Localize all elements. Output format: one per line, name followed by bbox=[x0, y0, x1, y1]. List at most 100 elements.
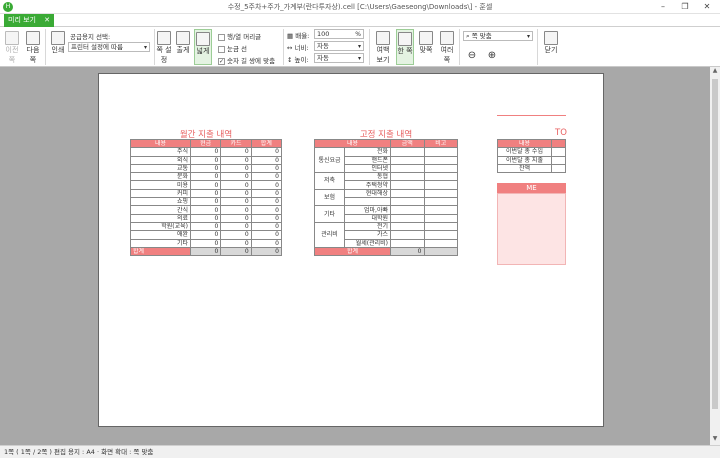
item-cell[interactable]: 핸드폰 bbox=[344, 155, 391, 165]
option-headers[interactable]: 행/열 머리글 bbox=[218, 31, 261, 41]
note-cell[interactable] bbox=[423, 155, 458, 165]
table-cell[interactable]: 0 bbox=[220, 172, 252, 182]
item-cell[interactable]: 현대해상 bbox=[344, 188, 391, 199]
amount-cell[interactable] bbox=[390, 172, 425, 182]
table-cell[interactable]: 0 bbox=[190, 155, 222, 165]
table-cell[interactable]: 0 bbox=[250, 180, 283, 190]
summary-label[interactable]: 이번달 총 수입 bbox=[497, 147, 552, 157]
print-button[interactable]: 인쇄 bbox=[50, 31, 66, 55]
table-cell[interactable]: 0 bbox=[250, 205, 283, 215]
group-cell[interactable]: 저축 bbox=[314, 172, 345, 190]
table-cell[interactable]: 0 bbox=[190, 188, 222, 199]
item-cell[interactable]: 대학원 bbox=[344, 213, 391, 223]
amount-cell[interactable] bbox=[390, 147, 425, 157]
amount-cell[interactable] bbox=[390, 238, 425, 248]
margin-view-button[interactable]: 여백 보기 bbox=[374, 31, 392, 65]
option-fit-numbers[interactable]: ✓ 숫자 길 쌍에 맞춤 bbox=[218, 55, 275, 65]
amount-cell[interactable] bbox=[390, 230, 425, 240]
item-cell[interactable] bbox=[344, 197, 391, 207]
table-cell[interactable]: 0 bbox=[220, 205, 252, 215]
gridlines-checkbox[interactable] bbox=[218, 45, 225, 53]
table-cell[interactable]: 0 bbox=[250, 221, 283, 232]
table-cell[interactable]: 0 bbox=[190, 172, 222, 182]
amount-cell[interactable] bbox=[390, 205, 425, 215]
close-preview-button[interactable]: 닫기 bbox=[542, 31, 560, 55]
item-cell[interactable]: 동협 bbox=[344, 172, 391, 182]
item-cell[interactable]: 전기 bbox=[344, 221, 391, 232]
note-cell[interactable] bbox=[423, 238, 458, 248]
table-cell[interactable]: 0 bbox=[190, 197, 222, 207]
table-cell[interactable]: 기타 bbox=[129, 238, 192, 248]
table-cell[interactable]: 0 bbox=[190, 213, 222, 223]
zoom-input[interactable]: 100% bbox=[314, 29, 364, 39]
close-icon[interactable]: ✕ bbox=[696, 1, 718, 13]
scroll-up-icon[interactable]: ▲ bbox=[710, 67, 720, 77]
summary-label[interactable]: 잔액 bbox=[497, 163, 552, 174]
one-page-button[interactable]: 한 쪽 bbox=[396, 29, 414, 65]
table-cell[interactable]: 0 bbox=[190, 238, 222, 248]
note-cell[interactable] bbox=[423, 147, 458, 157]
total-cell[interactable]: 0 bbox=[220, 246, 252, 257]
total-cell[interactable] bbox=[423, 246, 458, 257]
zoom-in-icon[interactable]: ⊕ bbox=[486, 50, 498, 61]
amount-cell[interactable] bbox=[390, 155, 425, 165]
note-cell[interactable] bbox=[423, 230, 458, 240]
amount-cell[interactable] bbox=[390, 163, 425, 174]
next-page-button[interactable]: 다음 쪽 bbox=[24, 31, 42, 65]
item-cell[interactable]: 인터넷 bbox=[344, 163, 391, 174]
table-cell[interactable]: 0 bbox=[220, 221, 252, 232]
table-cell[interactable]: 0 bbox=[250, 238, 283, 248]
margin-wide-button[interactable]: 넓게 bbox=[194, 29, 212, 65]
total-cell[interactable]: 0 bbox=[250, 246, 283, 257]
total-label[interactable]: 합계 bbox=[314, 246, 391, 257]
table-cell[interactable]: 0 bbox=[190, 221, 222, 232]
note-cell[interactable] bbox=[423, 197, 458, 207]
table-cell[interactable]: 0 bbox=[190, 180, 222, 190]
table-cell[interactable]: 0 bbox=[220, 230, 252, 240]
amount-cell[interactable] bbox=[390, 180, 425, 190]
group-cell[interactable]: 관리비 bbox=[314, 221, 345, 248]
table-cell[interactable]: 주식 bbox=[129, 147, 192, 157]
table-cell[interactable]: 쇼핑 bbox=[129, 197, 192, 207]
table-cell[interactable]: 애완 bbox=[129, 230, 192, 240]
summary-value[interactable] bbox=[551, 155, 566, 165]
table-cell[interactable]: 0 bbox=[220, 180, 252, 190]
group-cell[interactable]: 기타 bbox=[314, 205, 345, 223]
table-cell[interactable]: 의료 bbox=[129, 213, 192, 223]
headers-checkbox[interactable] bbox=[218, 33, 225, 41]
table-cell[interactable]: 0 bbox=[190, 147, 222, 157]
table-cell[interactable]: 0 bbox=[250, 172, 283, 182]
amount-cell[interactable] bbox=[390, 197, 425, 207]
note-cell[interactable] bbox=[423, 221, 458, 232]
table-cell[interactable]: 0 bbox=[220, 188, 252, 199]
table-cell[interactable]: 문화 bbox=[129, 172, 192, 182]
paper-source-select[interactable]: 프린터 설정에 따름 ▾ bbox=[68, 42, 150, 52]
group-cell[interactable]: 보험 bbox=[314, 188, 345, 207]
item-cell[interactable]: 월세(관리비) bbox=[344, 238, 391, 248]
item-cell[interactable]: 전화 bbox=[344, 147, 391, 157]
total-cell[interactable]: 0 bbox=[190, 246, 222, 257]
table-cell[interactable]: 0 bbox=[250, 155, 283, 165]
table-cell[interactable]: 커피 bbox=[129, 188, 192, 199]
summary-value[interactable] bbox=[551, 147, 566, 157]
table-cell[interactable]: 교통 bbox=[129, 163, 192, 174]
minimize-icon[interactable]: – bbox=[652, 1, 674, 13]
table-cell[interactable]: 0 bbox=[220, 163, 252, 174]
table-cell[interactable]: 0 bbox=[190, 163, 222, 174]
table-cell[interactable]: 0 bbox=[220, 238, 252, 248]
table-cell[interactable]: 학원(교육) bbox=[129, 221, 192, 232]
width-select[interactable]: 자동 ▾ bbox=[314, 41, 364, 51]
summary-label[interactable]: 이번달 총 지출 bbox=[497, 155, 552, 165]
note-cell[interactable] bbox=[423, 180, 458, 190]
fit-option-select[interactable]: ⌕ 쪽 맞춤 ▾ bbox=[463, 31, 533, 41]
height-select[interactable]: 자동 ▾ bbox=[314, 53, 364, 63]
table-cell[interactable]: 0 bbox=[220, 213, 252, 223]
prev-page-button[interactable]: 이전 쪽 bbox=[3, 31, 21, 65]
amount-cell[interactable] bbox=[390, 213, 425, 223]
table-cell[interactable]: 0 bbox=[190, 230, 222, 240]
table-cell[interactable]: 0 bbox=[250, 163, 283, 174]
table-cell[interactable]: 외식 bbox=[129, 155, 192, 165]
zoom-out-icon[interactable]: ⊖ bbox=[466, 50, 478, 61]
multi-page-button[interactable]: 여러 쪽 bbox=[438, 31, 456, 65]
table-cell[interactable]: 간식 bbox=[129, 205, 192, 215]
